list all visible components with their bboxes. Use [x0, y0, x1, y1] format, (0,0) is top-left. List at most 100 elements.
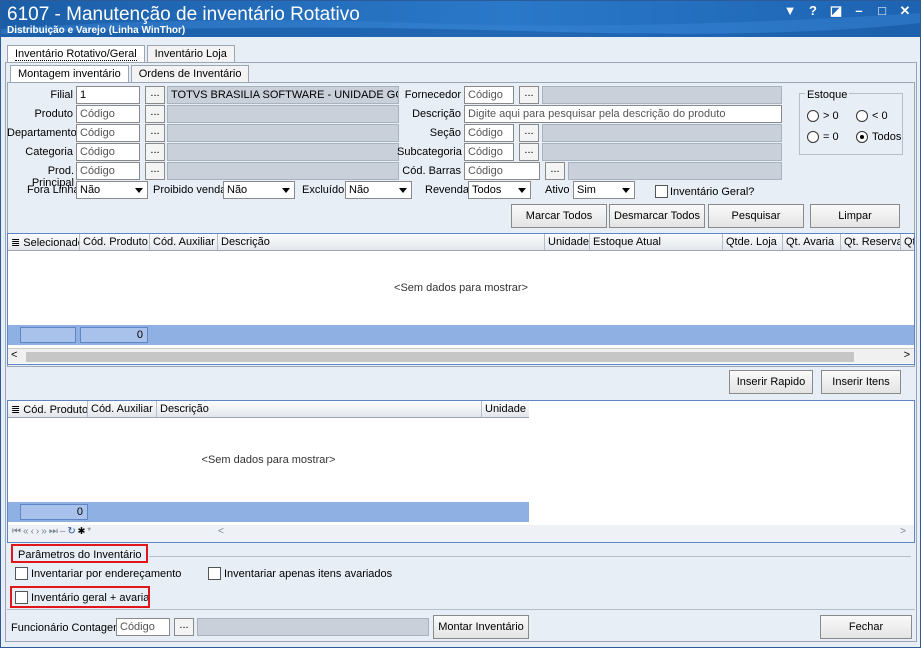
selected-items-grid[interactable]: ≣ Cód. Produto Cód. Auxiliar Descrição U…	[7, 400, 915, 543]
produto-lookup-button[interactable]: ...	[145, 105, 165, 123]
estoque-option-label: Todos	[872, 131, 902, 143]
proibido-venda-label: Proibido venda	[153, 184, 227, 196]
secao-input[interactable]: Código	[464, 124, 514, 142]
clear-filter-icon[interactable]: *	[87, 526, 93, 537]
products-grid[interactable]: ≣ Selecionado Cód. Produto Cód. Auxiliar…	[7, 233, 915, 365]
col-qtde-loja[interactable]: Qtde. Loja	[723, 234, 783, 250]
selected-items-count: 0	[20, 504, 88, 520]
prod-principal-input[interactable]: Código	[76, 162, 140, 180]
scroll-left-icon[interactable]: <	[11, 349, 17, 361]
maximize-icon[interactable]: □	[875, 3, 889, 19]
ativo-select[interactable]: Sim	[573, 181, 635, 199]
estoque-radio-menor[interactable]	[856, 110, 868, 122]
help-icon[interactable]: ?	[806, 3, 820, 19]
next-page-icon[interactable]: »	[41, 526, 49, 537]
fornecedor-input[interactable]: Código	[464, 86, 514, 104]
footer-cell	[20, 327, 76, 343]
cod-barras-label: Cód. Barras	[402, 165, 461, 177]
secao-description	[542, 124, 782, 142]
scroll-right-icon[interactable]: >	[900, 526, 908, 537]
proibido-venda-select[interactable]: Não	[223, 181, 295, 199]
estoque-radio-igual[interactable]	[807, 131, 819, 143]
filial-input[interactable]: 1	[76, 86, 140, 104]
apenas-avariados-checkbox[interactable]	[208, 567, 221, 580]
refresh-icon[interactable]: ↻	[67, 526, 77, 537]
subcategoria-input[interactable]: Código	[464, 143, 514, 161]
revenda-select[interactable]: Todos	[468, 181, 531, 199]
col-qt[interactable]: Qt	[901, 234, 914, 250]
col-cod-produto[interactable]: Cód. Produto	[80, 234, 150, 250]
inventario-geral-checkbox[interactable]	[655, 185, 668, 198]
funcionario-input[interactable]: Código	[116, 618, 170, 636]
prev-page-icon[interactable]: «	[23, 526, 31, 537]
funcionario-lookup-button[interactable]: ...	[174, 618, 194, 636]
col-descricao[interactable]: Descrição	[218, 234, 545, 250]
inserir-itens-button[interactable]: Inserir Itens	[821, 370, 901, 394]
excluido-select[interactable]: Não	[345, 181, 412, 199]
limpar-button[interactable]: Limpar	[810, 204, 900, 228]
marcar-todos-button[interactable]: Marcar Todos	[511, 204, 607, 228]
tab-label: Inventário Loja	[154, 48, 227, 60]
prod-principal-lookup-button[interactable]: ...	[145, 162, 165, 180]
col-cod-auxiliar[interactable]: Cód. Auxiliar	[88, 401, 157, 417]
subcategoria-lookup-button[interactable]: ...	[519, 143, 539, 161]
fora-linha-select[interactable]: Não	[76, 181, 148, 199]
estoque-radio-maior[interactable]	[807, 110, 819, 122]
fechar-button[interactable]: Fechar	[820, 615, 912, 639]
main-window: 6107 - Manutenção de inventário Rotativo…	[0, 0, 921, 648]
scroll-thumb[interactable]	[26, 352, 854, 362]
departamento-input[interactable]: Código	[76, 124, 140, 142]
descricao-search-input[interactable]: Digite aqui para pesquisar pela descriçã…	[464, 105, 782, 123]
col-estoque-atual[interactable]: Estoque Atual	[590, 234, 723, 250]
last-record-icon[interactable]: ⏭	[49, 526, 60, 537]
products-grid-footer: 0	[8, 325, 914, 345]
window-title: 6107 - Manutenção de inventário Rotativo	[7, 4, 360, 25]
tab-inventario-loja[interactable]: Inventário Loja	[146, 45, 235, 63]
col-unidade[interactable]: Unidade	[545, 234, 590, 250]
scroll-right-icon[interactable]: >	[904, 349, 910, 361]
col-cod-auxiliar[interactable]: Cód. Auxiliar	[150, 234, 218, 250]
categoria-lookup-button[interactable]: ...	[145, 143, 165, 161]
products-grid-hscroll[interactable]: < >	[8, 348, 914, 363]
por-enderecamento-label: Inventariar por endereçamento	[31, 568, 182, 580]
first-record-icon[interactable]: ⏮	[12, 526, 23, 537]
tab-montagem-inventario[interactable]: Montagem inventário	[10, 65, 129, 83]
filial-description: TOTVS BRASILIA SOFTWARE - UNIDADE GOIANI	[167, 86, 399, 104]
categoria-input[interactable]: Código	[76, 143, 140, 161]
col-unidade[interactable]: Unidade	[482, 401, 529, 417]
prod-principal-description	[167, 162, 399, 180]
cod-barras-lookup-button[interactable]: ...	[545, 162, 565, 180]
pesquisar-button[interactable]: Pesquisar	[708, 204, 804, 228]
montar-inventario-button[interactable]: Montar Inventário	[433, 615, 529, 639]
desmarcar-todos-button[interactable]: Desmarcar Todos	[609, 204, 705, 228]
estoque-radio-todos[interactable]	[856, 131, 868, 143]
highlight-params-title	[11, 544, 148, 563]
col-selecionado[interactable]: ≣ Selecionado	[8, 234, 80, 250]
col-qt-avaria[interactable]: Qt. Avaria	[783, 234, 841, 250]
scroll-left-icon[interactable]: <	[218, 526, 226, 537]
departamento-lookup-button[interactable]: ...	[145, 124, 165, 142]
close-icon[interactable]: ✕	[898, 3, 912, 19]
produto-input[interactable]: Código	[76, 105, 140, 123]
col-qt-reserva[interactable]: Qt. Reserva	[841, 234, 901, 250]
chevron-down-icon	[132, 183, 146, 197]
menu-dropdown-icon[interactable]: ▼	[783, 3, 797, 19]
fornecedor-lookup-button[interactable]: ...	[519, 86, 539, 104]
cod-barras-input[interactable]: Código	[464, 162, 540, 180]
col-cod-produto[interactable]: ≣ Cód. Produto	[8, 401, 88, 417]
restore-icon[interactable]: ◪	[829, 3, 843, 19]
col-label: Selecionado	[23, 237, 80, 249]
apenas-avariados-label: Inventariar apenas itens avariados	[224, 568, 393, 580]
params-separator	[149, 556, 911, 557]
secao-lookup-button[interactable]: ...	[519, 124, 539, 142]
por-enderecamento-checkbox[interactable]	[15, 567, 28, 580]
tab-ordens-inventario[interactable]: Ordens de Inventário	[130, 65, 250, 83]
col-descricao[interactable]: Descrição	[157, 401, 482, 417]
tab-inventario-rotativo[interactable]: Inventário Rotativo/Geral	[7, 45, 145, 63]
inserir-rapido-button[interactable]: Inserir Rapido	[729, 370, 813, 394]
secao-label: Seção	[429, 127, 461, 139]
filial-lookup-button[interactable]: ...	[145, 86, 165, 104]
minimize-icon[interactable]: –	[852, 3, 866, 19]
window-subtitle: Distribuição e Varejo (Linha WinThor)	[7, 25, 186, 36]
filter-icon[interactable]: ✱	[78, 526, 87, 537]
